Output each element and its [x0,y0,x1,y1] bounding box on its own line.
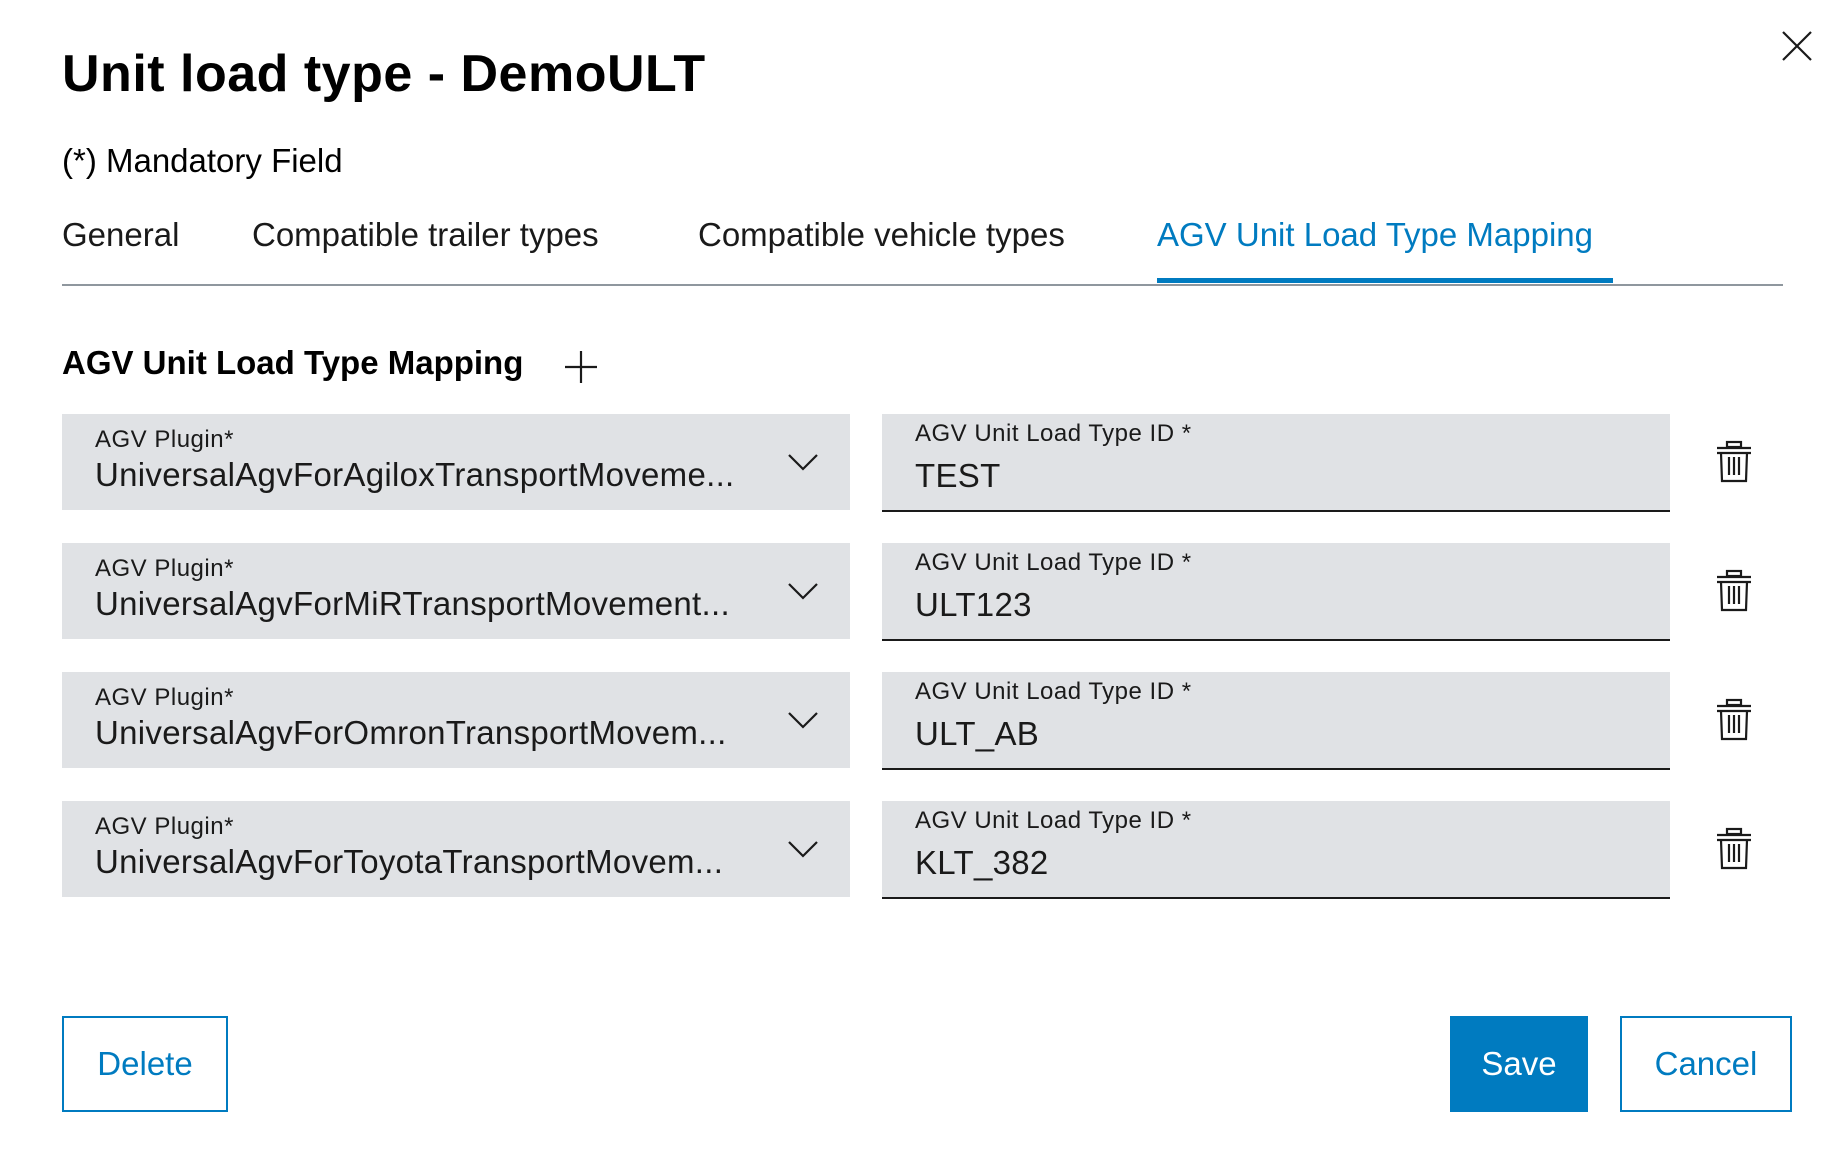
add-mapping-button[interactable] [560,346,602,388]
mapping-row: AGV Plugin* UniversalAgvForToyotaTranspo… [62,801,1762,899]
trash-icon [1717,827,1751,870]
cancel-button[interactable]: Cancel [1620,1016,1792,1112]
chevron-down-icon [785,573,821,609]
tab-compatible-trailer-types[interactable]: Compatible trailer types [252,216,599,254]
agv-plugin-label: AGV Plugin* [95,555,234,582]
tab-bar: General Compatible trailer types Compati… [62,208,1783,286]
agv-plugin-select[interactable]: AGV Plugin* UniversalAgvForAgiloxTranspo… [62,414,850,510]
delete-row-button[interactable] [1714,440,1754,484]
agv-unit-load-type-id-input[interactable] [915,841,1635,885]
agv-plugin-value: UniversalAgvForAgiloxTransportMoveme... [95,456,735,493]
trash-icon [1717,440,1751,483]
mandatory-field-note: (*) Mandatory Field [62,142,343,179]
trash-icon [1717,569,1751,612]
agv-unit-load-type-id-input[interactable] [915,712,1635,756]
delete-row-button[interactable] [1714,827,1754,871]
agv-unit-load-type-id-label: AGV Unit Load Type ID * [915,807,1192,834]
agv-plugin-select[interactable]: AGV Plugin* UniversalAgvForMiRTransportM… [62,543,850,639]
tab-compatible-vehicle-types[interactable]: Compatible vehicle types [698,216,1065,254]
close-icon [1782,31,1812,61]
agv-unit-load-type-id-field: AGV Unit Load Type ID * [882,801,1670,899]
agv-unit-load-type-id-label: AGV Unit Load Type ID * [915,678,1192,705]
agv-plugin-select[interactable]: AGV Plugin* UniversalAgvForToyotaTranspo… [62,801,850,897]
tab-general[interactable]: General [62,216,179,254]
plus-icon [565,351,597,383]
agv-plugin-value: UniversalAgvForOmronTransportMovem... [95,714,727,751]
agv-unit-load-type-id-field: AGV Unit Load Type ID * [882,543,1670,641]
agv-plugin-value: UniversalAgvForToyotaTransportMovem... [95,843,724,880]
mapping-row: AGV Plugin* UniversalAgvForOmronTranspor… [62,672,1762,770]
agv-unit-load-type-id-label: AGV Unit Load Type ID * [915,549,1192,576]
agv-plugin-select[interactable]: AGV Plugin* UniversalAgvForOmronTranspor… [62,672,850,768]
trash-icon [1717,698,1751,741]
close-button[interactable] [1777,26,1817,66]
agv-unit-load-type-id-input[interactable] [915,454,1635,498]
dialog-title: Unit load type - DemoULT [62,45,706,103]
mapping-row: AGV Plugin* UniversalAgvForMiRTransportM… [62,543,1762,641]
tab-agv-unit-load-type-mapping[interactable]: AGV Unit Load Type Mapping [1157,216,1593,254]
agv-plugin-label: AGV Plugin* [95,684,234,711]
active-tab-indicator [1157,278,1613,283]
agv-unit-load-type-id-label: AGV Unit Load Type ID * [915,420,1192,447]
section-title: AGV Unit Load Type Mapping [62,344,524,381]
agv-unit-load-type-id-field: AGV Unit Load Type ID * [882,414,1670,512]
save-button[interactable]: Save [1450,1016,1588,1112]
agv-unit-load-type-id-input[interactable] [915,583,1635,627]
unit-load-type-dialog: Unit load type - DemoULT (*) Mandatory F… [0,0,1836,1164]
agv-plugin-value: UniversalAgvForMiRTransportMovement... [95,585,730,622]
chevron-down-icon [785,444,821,480]
chevron-down-icon [785,831,821,867]
agv-plugin-label: AGV Plugin* [95,426,234,453]
delete-row-button[interactable] [1714,569,1754,613]
delete-row-button[interactable] [1714,698,1754,742]
agv-unit-load-type-id-field: AGV Unit Load Type ID * [882,672,1670,770]
mapping-row: AGV Plugin* UniversalAgvForAgiloxTranspo… [62,414,1762,512]
delete-button[interactable]: Delete [62,1016,228,1112]
agv-plugin-label: AGV Plugin* [95,813,234,840]
chevron-down-icon [785,702,821,738]
